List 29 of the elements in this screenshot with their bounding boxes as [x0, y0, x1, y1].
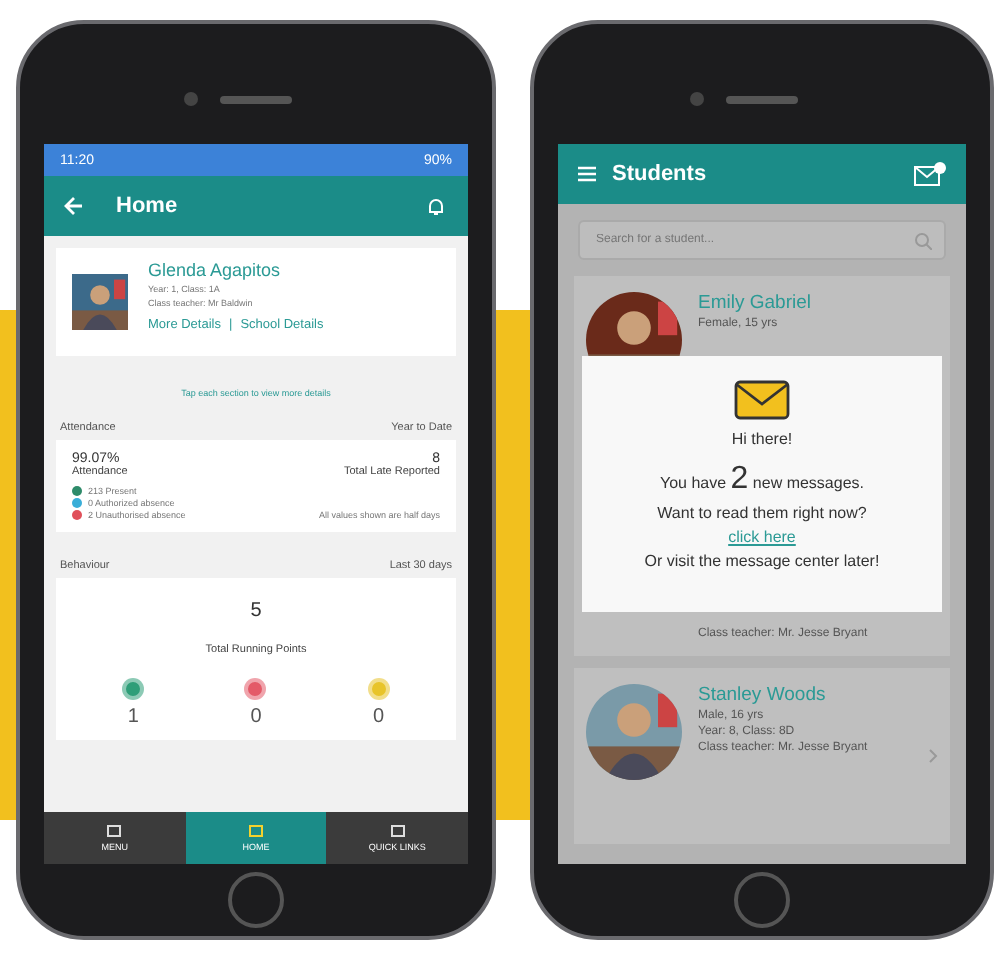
message-center-text: Or visit the message center later!	[644, 552, 880, 570]
square-icon	[106, 824, 123, 838]
mail-plus-icon[interactable]	[914, 162, 946, 186]
bell-icon[interactable]	[424, 194, 448, 218]
square-icon	[389, 824, 406, 838]
question-text: Want to read them right now?	[657, 504, 867, 522]
total-points: 5	[250, 600, 262, 622]
speaker-grille	[220, 96, 292, 104]
student-name: Glenda Agapitos	[148, 260, 283, 280]
message-count-text: You have 2 new messages.	[659, 462, 865, 498]
click-here-link[interactable]: click here	[728, 528, 796, 546]
points-count: 0	[250, 706, 262, 728]
student-name: Stanley Woods	[698, 684, 828, 706]
student-name: Emily Gabriel	[698, 292, 813, 314]
back-arrow-icon[interactable]	[64, 196, 84, 216]
screen-title: Home	[116, 194, 180, 218]
home-button[interactable]	[228, 872, 284, 928]
speaker-grille	[726, 96, 798, 104]
camera-lens	[184, 92, 198, 106]
home-button[interactable]	[734, 872, 790, 928]
camera-lens	[690, 92, 704, 106]
envelope-icon	[734, 380, 790, 420]
square-icon	[248, 824, 264, 838]
screen-title: Students	[612, 162, 709, 186]
points-count: 1	[127, 706, 139, 728]
chevron-icon	[928, 748, 938, 764]
menu-icon[interactable]	[578, 166, 596, 182]
points-count: 0	[373, 706, 385, 728]
greeting-text: Hi there!	[731, 430, 793, 448]
